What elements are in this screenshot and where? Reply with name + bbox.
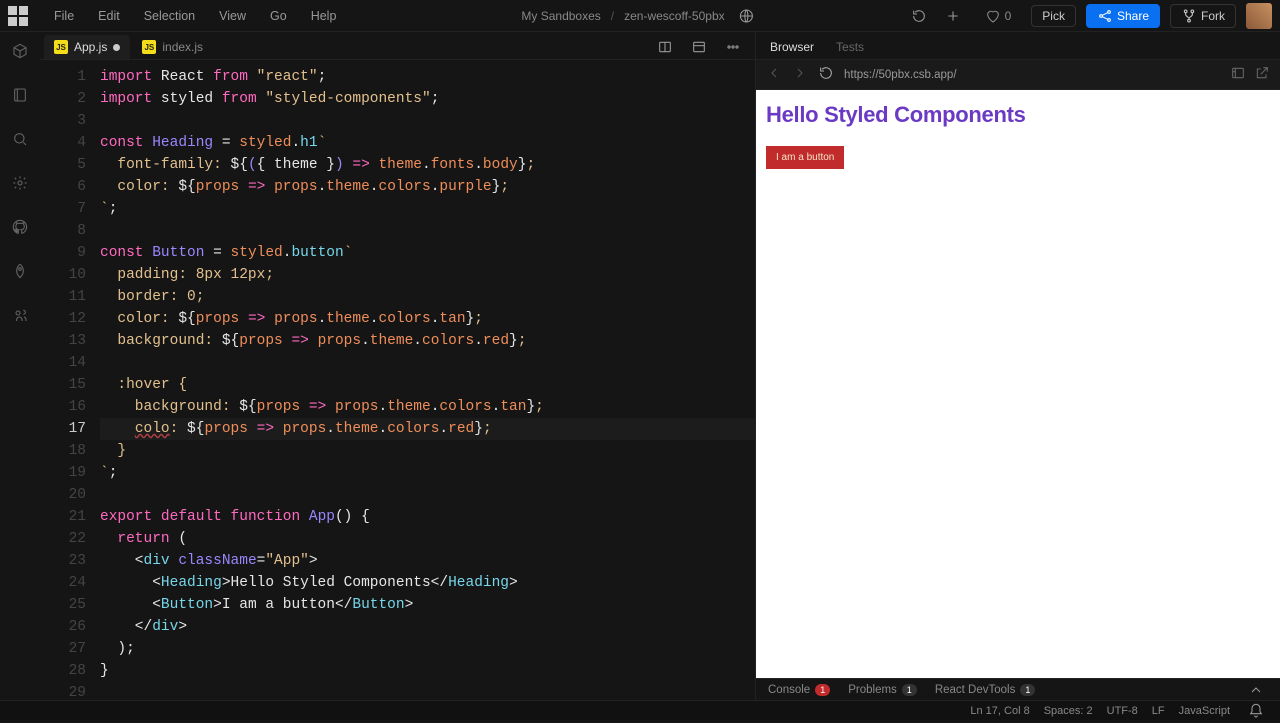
tab-app-js[interactable]: JSApp.js [44, 35, 130, 59]
new-window-icon[interactable] [1254, 65, 1270, 84]
js-file-icon: JS [54, 40, 68, 54]
top-bar: FileEditSelectionViewGoHelp My Sandboxes… [0, 0, 1280, 32]
breadcrumb-parent[interactable]: My Sandboxes [521, 9, 600, 23]
breadcrumb-name[interactable]: zen-wescoff-50pbx [624, 9, 725, 23]
activity-bar [0, 32, 40, 700]
restart-icon[interactable] [907, 4, 931, 28]
menu-file[interactable]: File [44, 5, 84, 27]
menu-edit[interactable]: Edit [88, 5, 130, 27]
reload-icon[interactable] [818, 65, 834, 84]
app-logo[interactable] [8, 6, 28, 26]
tab-tests[interactable]: Tests [834, 35, 866, 59]
problems-tab[interactable]: Problems1 [848, 684, 917, 696]
deploy-icon[interactable] [9, 260, 31, 282]
menu-view[interactable]: View [209, 5, 256, 27]
console-tab[interactable]: Console1 [768, 684, 830, 696]
settings-icon[interactable] [9, 172, 31, 194]
forward-icon[interactable] [792, 65, 808, 84]
preview-button[interactable]: I am a button [766, 146, 844, 169]
notifications-icon[interactable] [1244, 699, 1268, 723]
sandbox-icon[interactable] [9, 40, 31, 62]
url-bar: https://50pbx.csb.app/ [756, 60, 1280, 90]
breadcrumb: My Sandboxes / zen-wescoff-50pbx [521, 4, 758, 28]
plus-icon[interactable] [941, 4, 965, 28]
menu-go[interactable]: Go [260, 5, 297, 27]
react-devtools-tab[interactable]: React DevTools1 [935, 684, 1036, 696]
line-gutter: 1234567891011121314151617181920212223242… [40, 60, 100, 700]
js-file-icon: JS [142, 40, 156, 54]
chevron-up-icon[interactable] [1244, 678, 1268, 702]
code-editor[interactable]: 1234567891011121314151617181920212223242… [40, 60, 755, 700]
preview-pane: Browser Tests https://50pbx.csb.app/ Hel… [755, 32, 1280, 700]
explorer-icon[interactable] [9, 84, 31, 106]
status-spaces[interactable]: Spaces: 2 [1044, 705, 1093, 717]
status-encoding[interactable]: UTF-8 [1107, 705, 1138, 717]
preview-body: Hello Styled Components I am a button [756, 90, 1280, 678]
layout-icon[interactable] [653, 35, 677, 59]
bottom-panel: Console1 Problems1 React DevTools1 [756, 678, 1280, 700]
fork-button[interactable]: Fork [1170, 4, 1236, 28]
live-icon[interactable] [9, 304, 31, 326]
likes-button[interactable]: 0 [975, 5, 1022, 27]
share-button[interactable]: Share [1086, 4, 1160, 28]
dirty-indicator-icon [113, 44, 120, 51]
more-icon[interactable] [721, 35, 745, 59]
pick-button[interactable]: Pick [1031, 5, 1076, 27]
search-icon[interactable] [9, 128, 31, 150]
split-icon[interactable] [687, 35, 711, 59]
status-bar: Ln 17, Col 8 Spaces: 2 UTF-8 LF JavaScri… [0, 700, 1280, 720]
tab-browser[interactable]: Browser [768, 35, 816, 59]
avatar[interactable] [1246, 3, 1272, 29]
preview-heading: Hello Styled Components [766, 102, 1270, 128]
status-eol[interactable]: LF [1152, 705, 1165, 717]
menu-selection[interactable]: Selection [134, 5, 205, 27]
editor-tabs: JSApp.jsJSindex.js [40, 32, 755, 60]
tab-index-js[interactable]: JSindex.js [132, 35, 213, 59]
status-position[interactable]: Ln 17, Col 8 [970, 705, 1029, 717]
url-field[interactable]: https://50pbx.csb.app/ [844, 69, 1220, 81]
code-body[interactable]: import React from "react";import styled … [100, 60, 755, 700]
back-icon[interactable] [766, 65, 782, 84]
github-icon[interactable] [9, 216, 31, 238]
devtools-icon[interactable] [1230, 65, 1246, 84]
menu-help[interactable]: Help [301, 5, 347, 27]
preview-tabs: Browser Tests [756, 32, 1280, 60]
globe-icon[interactable] [735, 4, 759, 28]
status-lang[interactable]: JavaScript [1179, 705, 1230, 717]
